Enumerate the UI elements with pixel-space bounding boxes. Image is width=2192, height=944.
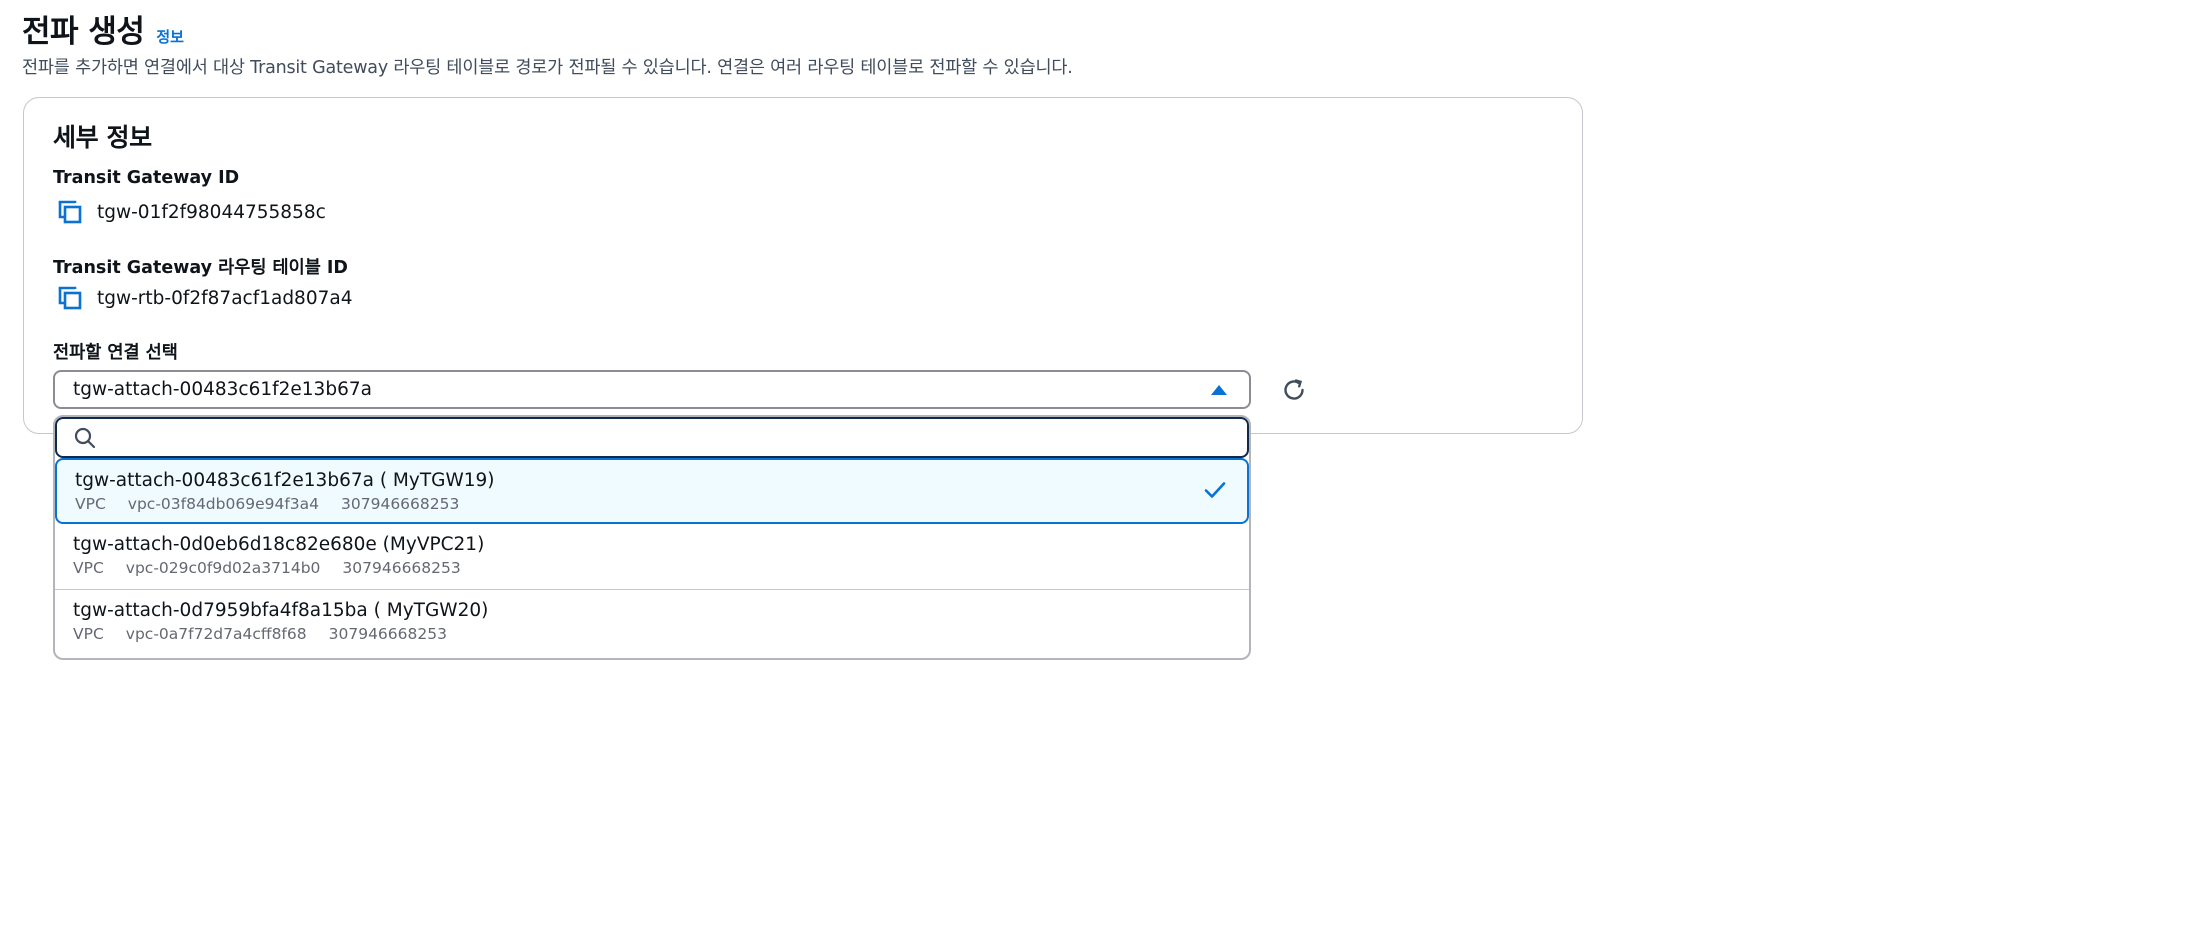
option-title: tgw-attach-0d0eb6d18c82e680e (MyVPC21) [73,534,485,555]
option-account: 307946668253 [341,495,460,513]
tgw-id-row: tgw-01f2f98044755858c [57,199,326,225]
list-item[interactable]: tgw-attach-00483c61f2e13b67a ( MyTGW19) … [55,458,1249,524]
option-vpc: vpc-03f84db069e94f3a4 [127,495,320,513]
rtb-id-label: Transit Gateway 라우팅 테이블 ID [53,258,348,278]
option-title: tgw-attach-0d7959bfa4f8a15ba ( MyTGW20) [73,600,489,621]
info-link[interactable]: 정보 [156,26,184,47]
copy-icon[interactable] [57,285,83,311]
option-meta: VPC vpc-029c0f9d02a3714b0 307946668253 [73,559,1231,577]
option-account: 307946668253 [342,559,461,577]
option-type: VPC [73,625,104,643]
list-item[interactable]: tgw-attach-0d0eb6d18c82e680e (MyVPC21) V… [55,524,1249,590]
title-row: 전파 생성 정보 [22,6,184,51]
tgw-id-value: tgw-01f2f98044755858c [97,201,326,223]
attachment-select[interactable]: tgw-attach-00483c61f2e13b67a [53,370,1251,409]
option-meta: VPC vpc-0a7f72d7a4cff8f68 307946668253 [73,625,1231,643]
select-value: tgw-attach-00483c61f2e13b67a [73,379,372,400]
option-type: VPC [73,559,104,577]
page-description: 전파를 추가하면 연결에서 대상 Transit Gateway 라우팅 테이블… [22,58,1073,78]
page-title: 전파 생성 [22,14,145,50]
search-input[interactable] [105,422,1247,453]
select-label: 전파할 연결 선택 [53,343,178,363]
tgw-id-label: Transit Gateway ID [53,168,240,188]
attachment-dropdown: tgw-attach-00483c61f2e13b67a ( MyTGW19) … [53,415,1251,660]
option-type: VPC [75,495,106,513]
option-meta: VPC vpc-03f84db069e94f3a4 307946668253 [75,495,1229,513]
list-item[interactable]: tgw-attach-0d7959bfa4f8a15ba ( MyTGW20) … [55,589,1249,655]
search-icon [74,427,96,448]
rtb-id-row: tgw-rtb-0f2f87acf1ad807a4 [57,285,352,311]
page-header: 전파 생성 정보 [22,6,184,51]
option-vpc: vpc-0a7f72d7a4cff8f68 [125,625,307,643]
caret-up-icon [1211,384,1227,395]
section-title: 세부 정보 [53,123,152,152]
option-vpc: vpc-029c0f9d02a3714b0 [125,559,321,577]
check-icon [1204,482,1226,498]
rtb-id-value: tgw-rtb-0f2f87acf1ad807a4 [97,287,353,309]
refresh-icon[interactable] [1280,376,1308,404]
option-account: 307946668253 [328,625,447,643]
copy-icon[interactable] [57,199,83,225]
option-title: tgw-attach-00483c61f2e13b67a ( MyTGW19) [75,470,495,491]
dropdown-search [55,417,1249,458]
